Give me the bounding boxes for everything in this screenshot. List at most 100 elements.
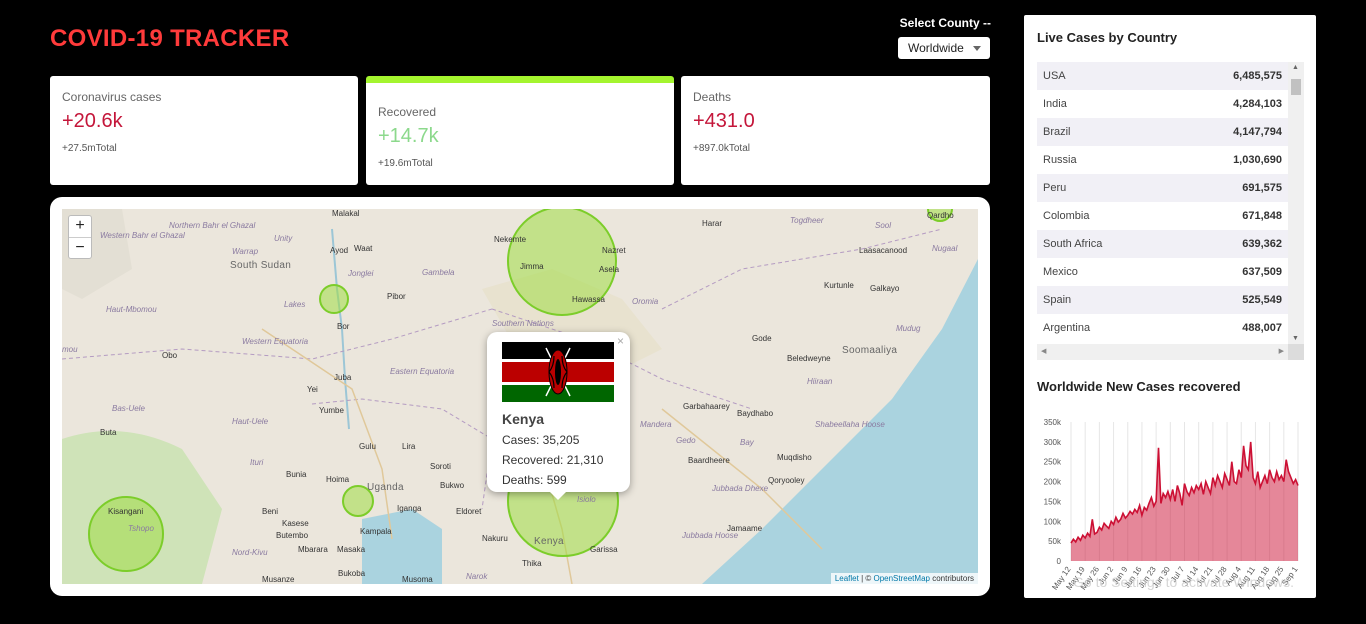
table-row[interactable]: Peru 691,575 [1037,174,1288,202]
country-select-value: Worldwide [908,41,964,55]
table-body: USA 6,485,575 India 4,284,103 Brazil 4,147,79… [1037,62,1304,342]
country-name: India [1043,98,1067,110]
table-row[interactable]: Russia 1,030,690 [1037,146,1288,174]
map-label: Jonglei [348,269,374,278]
map-label: Bor [337,322,350,331]
zoom-out-button[interactable]: − [69,237,91,258]
table-row[interactable]: Mexico 637,509 [1037,258,1288,286]
map-label: Jimma [520,262,544,271]
country-name: Argentina [1043,322,1091,334]
map-label: Kisangani [108,507,144,516]
map-label: Lira [402,442,416,451]
recovered-card-title: Recovered [378,105,437,119]
map-label: Nord-Kivu [232,548,268,557]
map-label: Sool [875,221,892,230]
zoom-in-button[interactable]: + [69,216,91,237]
map-label: Warrap [232,247,259,256]
deaths-card[interactable]: Deaths +431.0 +897.0kTotal [681,76,990,185]
vertical-scrollbar[interactable]: ▲ ▼ [1288,62,1304,344]
map-label: Beni [262,507,279,516]
case-count: 671,848 [1242,210,1282,222]
country-name: USA [1043,70,1066,82]
map-label: Pibor [387,292,406,301]
map-label: Ituri [250,458,264,467]
map-label: Mbarara [298,545,328,554]
table-row[interactable]: Colombia 671,848 [1037,202,1288,230]
map-label: Kurtunle [824,281,854,290]
map-label: Kasese [282,519,309,528]
map-label: Jubbada Dhexe [712,484,769,493]
scroll-up-icon[interactable]: ▲ [1292,64,1299,71]
map-label: Musoma [402,575,433,584]
map-label: Gulu [359,442,376,451]
map-label: Bunia [286,470,307,479]
activate-windows-watermark: Go to Settings to activate Windows. [1073,574,1294,590]
map-label: Bukwo [440,481,465,490]
popup-close-button[interactable]: × [617,334,624,348]
map-label: Kampala [360,527,392,536]
new-cases-chart: 350k300k250k200k150k100k50k0May 12May 19… [1044,418,1300,592]
recovered-card[interactable]: Recovered +14.7k +19.6mTotal [366,76,674,185]
kenya-flag-icon [502,342,614,402]
table-row[interactable]: India 4,284,103 [1037,90,1288,118]
map-label: Iganga [397,504,422,513]
map-label: Qardho [927,211,954,220]
map-label: Mandera [640,420,672,429]
country-select[interactable]: Worldwide [898,37,990,59]
popup-deaths: Deaths: 599 [502,473,567,487]
map-label: Harar [702,219,723,228]
cases-card[interactable]: Coronavirus cases +20.6k +27.5mTotal [50,76,358,185]
case-count: 639,362 [1242,238,1282,250]
scroll-right-icon[interactable]: ▶ [1279,347,1284,355]
map[interactable]: Malakal Northern Bahr el Ghazal Western … [62,209,978,584]
map-label: Malakal [332,209,360,218]
country-name: Russia [1043,154,1077,166]
scroll-corner [1288,344,1304,360]
map-label: Lakes [284,300,306,309]
map-label: Bukoba [338,569,366,578]
country-name: Mexico [1043,266,1078,278]
chart-title: Worldwide New Cases recovered [1037,379,1241,394]
caret-down-icon [973,46,981,51]
deaths-total: +897.0kTotal [693,143,750,154]
country-name: South Africa [1043,238,1103,250]
map-label: Beledweyne [787,354,831,363]
map-label: Yei [307,385,318,394]
live-cases-table[interactable]: USA 6,485,575 India 4,284,103 Brazil 4,147,79… [1037,62,1304,360]
osm-link[interactable]: OpenStreetMap [873,574,929,583]
case-count: 691,575 [1242,182,1282,194]
scroll-left-icon[interactable]: ◀ [1041,347,1046,355]
map-label: Gedo [676,436,696,445]
map-label: Gode [752,334,772,343]
map-label: Eastern Equatoria [390,367,455,376]
y-tick-label: 250k [1044,458,1062,467]
map-label: Western Equatoria [242,337,309,346]
scroll-thumb[interactable] [1291,79,1301,95]
table-row[interactable]: Spain 525,549 [1037,286,1288,314]
popup-recovered: Recovered: 21,310 [502,453,604,467]
map-label: Yumbe [319,406,344,415]
leaflet-link[interactable]: Leaflet [835,574,859,583]
y-tick-label: 50k [1048,537,1062,546]
map-label: Obo [162,351,178,360]
table-row[interactable]: South Africa 639,362 [1037,230,1288,258]
table-row[interactable]: USA 6,485,575 [1037,62,1288,90]
case-count: 4,147,794 [1233,126,1282,138]
right-panel: Live Cases by Country USA 6,485,575 India 4… [1024,15,1316,598]
map-label: Oromia [632,297,659,306]
map-label: Waat [354,244,373,253]
y-tick-label: 300k [1044,438,1062,447]
table-row[interactable]: Argentina 488,007 [1037,314,1288,342]
scroll-down-icon[interactable]: ▼ [1292,335,1299,342]
map-label: Western Bahr el Ghazal [100,231,185,240]
map-label: Garissa [590,545,618,554]
case-count: 637,509 [1242,266,1282,278]
map-label: Hiiraan [807,377,833,386]
zoom-control: + − [68,215,92,259]
table-row[interactable]: Brazil 4,147,794 [1037,118,1288,146]
popup-country-name: Kenya [502,411,545,427]
country-name: Brazil [1043,126,1071,138]
case-count: 4,284,103 [1233,98,1282,110]
map-label: Musanze [262,575,295,584]
horizontal-scrollbar[interactable]: ◀ ▶ [1037,344,1288,360]
